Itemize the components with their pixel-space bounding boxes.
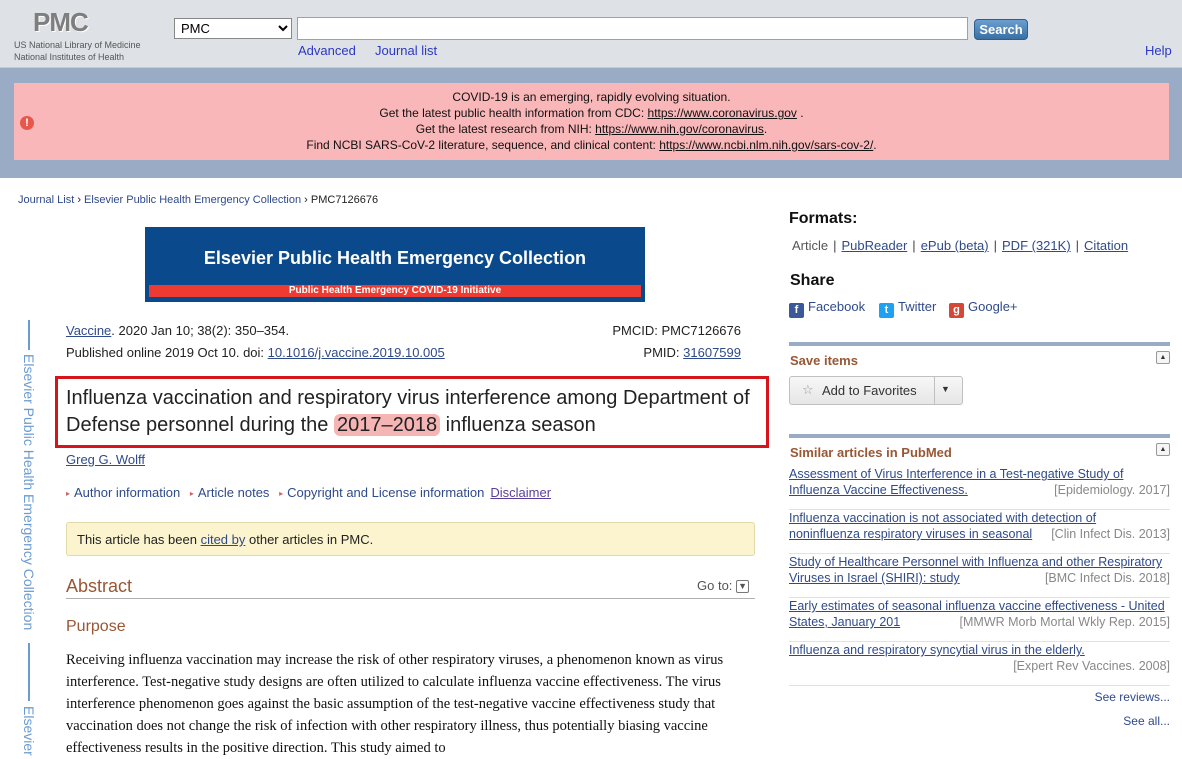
search-button[interactable]: Search <box>974 19 1028 40</box>
format-citation[interactable]: Citation <box>1084 238 1128 253</box>
advanced-link[interactable]: Advanced <box>298 43 356 58</box>
formats-list: Article | PubReader | ePub (beta) | PDF (321K)… <box>792 238 1129 253</box>
alert-icon: ! <box>20 116 34 130</box>
similar-article[interactable]: Assessment of Virus Interference in a Te… <box>789 466 1170 510</box>
pmc-logo[interactable]: PMC <box>33 7 89 38</box>
disclaimer-link[interactable]: Disclaimer <box>490 485 551 500</box>
side-collection-label-2[interactable]: Elsevier <box>21 706 37 756</box>
similar-article[interactable]: Influenza and respiratory syncytial viru… <box>789 642 1170 686</box>
collapse-icon[interactable]: ▲ <box>1156 351 1170 364</box>
alert-line-1: COVID-19 is an emerging, rapidly evolvin… <box>452 90 731 104</box>
similar-article-source: [BMC Infect Dis. 2018] <box>1041 570 1170 586</box>
similar-article-source: [Expert Rev Vaccines. 2008] <box>1010 658 1170 674</box>
nih-link[interactable]: https://www.nih.gov/coronavirus <box>595 122 764 136</box>
database-select[interactable]: PMC <box>174 18 292 39</box>
chevron-down-icon[interactable]: ▼ <box>736 580 750 594</box>
similar-article[interactable]: Early estimates of seasonal influenza va… <box>789 598 1170 642</box>
search-input[interactable] <box>297 17 968 40</box>
twitter-icon: t <box>879 303 894 318</box>
title-year-highlight: 2017–2018 <box>333 414 441 436</box>
article-meta-links: ▸ Author information ▸ Article notes ▸ Copy… <box>66 485 551 500</box>
journal-list-link[interactable]: Journal list <box>375 43 437 58</box>
article-notes-toggle[interactable]: ▸ Article notes <box>190 485 270 500</box>
similar-bar <box>789 434 1170 438</box>
share-facebook[interactable]: f Facebook <box>789 299 865 318</box>
copyright-toggle[interactable]: ▸ Copyright and License information <box>279 485 484 500</box>
org-line-1: US National Library of Medicine <box>14 40 141 50</box>
pmid-line: PMID: 31607599 <box>643 345 741 360</box>
breadcrumb-journal-list[interactable]: Journal List <box>18 194 74 206</box>
share-twitter[interactable]: t Twitter <box>879 299 936 318</box>
pmid-link[interactable]: 31607599 <box>683 345 741 360</box>
help-link[interactable]: Help <box>1145 43 1172 58</box>
author-link[interactable]: Greg G. Wolff <box>66 452 145 467</box>
cited-by-link[interactable]: cited by <box>201 532 246 547</box>
star-icon: ☆ <box>802 382 814 397</box>
facebook-icon: f <box>789 303 804 318</box>
doi-link[interactable]: 10.1016/j.vaccine.2019.10.005 <box>268 345 445 360</box>
triangle-right-icon: ▸ <box>66 489 71 499</box>
triangle-right-icon: ▸ <box>279 489 284 499</box>
citation-line: Vaccine. 2020 Jan 10; 38(2): 350–354. <box>66 323 290 338</box>
collapse-icon[interactable]: ▲ <box>1156 443 1170 456</box>
side-rule-bottom <box>28 643 30 701</box>
alert-line-3: Get the latest research from NIH: https:… <box>415 122 768 136</box>
similar-article-source: [Clin Infect Dis. 2013] <box>1048 526 1170 542</box>
abstract-heading: Abstract <box>66 576 133 596</box>
add-to-favorites-label: Add to Favorites <box>822 383 917 398</box>
similar-article[interactable]: Study of Healthcare Personnel with Influ… <box>789 554 1170 598</box>
breadcrumb-collection[interactable]: Elsevier Public Health Emergency Collect… <box>84 194 301 206</box>
caret-down-icon[interactable]: ▼ <box>941 384 950 394</box>
published-line: Published online 2019 Oct 10. doi: 10.10… <box>66 345 445 360</box>
covid-alert: COVID-19 is an emerging, rapidly evolvin… <box>14 83 1169 160</box>
ncbi-sars-link[interactable]: https://www.ncbi.nlm.nih.gov/sars-cov-2/ <box>659 138 873 152</box>
side-rule-top <box>28 320 30 350</box>
similar-heading: Similar articles in PubMed <box>790 445 952 460</box>
pmcid: PMCID: PMC7126676 <box>612 323 741 338</box>
format-epub[interactable]: ePub (beta) <box>921 238 989 253</box>
alert-line-2: Get the latest public health information… <box>379 106 804 120</box>
org-line-2: National Institutes of Health <box>14 52 125 62</box>
format-article: Article <box>792 238 829 253</box>
save-items-bar <box>789 342 1170 346</box>
see-reviews-link[interactable]: See reviews... <box>1095 690 1170 704</box>
formats-heading: Formats: <box>789 210 858 227</box>
similar-article-source: [MMWR Morb Mortal Wkly Rep. 2015] <box>956 614 1170 630</box>
collection-title: Elsevier Public Health Emergency Collect… <box>203 248 587 268</box>
see-all-link[interactable]: See all... <box>1123 714 1170 728</box>
cited-by-notice: This article has been cited by other art… <box>66 522 755 556</box>
breadcrumb: Journal List › Elsevier Public Health Em… <box>18 194 379 206</box>
cdc-link[interactable]: https://www.coronavirus.gov <box>648 106 797 120</box>
side-collection-label[interactable]: Elsevier Public Health Emergency Collect… <box>21 354 37 630</box>
button-divider <box>934 377 935 404</box>
purpose-heading: Purpose <box>66 618 126 635</box>
similar-article-source: [Epidemiology. 2017] <box>1051 482 1170 498</box>
similar-article[interactable]: Influenza vaccination is not associated … <box>789 510 1170 554</box>
header: PMC US National Library of Medicine Nati… <box>0 0 1182 68</box>
article-title: Influenza vaccination and respiratory vi… <box>66 387 750 436</box>
share-googleplus[interactable]: g Google+ <box>949 299 1018 318</box>
collection-banner[interactable]: Elsevier Public Health Emergency Collect… <box>145 227 645 302</box>
purpose-text: Receiving influenza vaccination may incr… <box>66 652 724 756</box>
save-items-heading: Save items <box>790 353 858 368</box>
author-info-toggle[interactable]: ▸ Author information <box>66 485 180 500</box>
add-to-favorites-button[interactable]: ☆ Add to Favorites ▼ <box>789 376 963 405</box>
breadcrumb-current: PMC7126676 <box>310 194 379 206</box>
collection-subtitle: Public Health Emergency COVID-19 Initiat… <box>149 285 641 297</box>
share-heading: Share <box>790 272 835 289</box>
abstract-rule <box>66 598 755 599</box>
googleplus-icon: g <box>949 303 964 318</box>
journal-link[interactable]: Vaccine <box>66 323 111 338</box>
format-pdf[interactable]: PDF (321K) <box>1002 238 1071 253</box>
alert-line-4: Find NCBI SARS-CoV-2 literature, sequenc… <box>306 138 877 152</box>
goto-menu[interactable]: Go to: ▼ <box>697 578 750 594</box>
format-pubreader[interactable]: PubReader <box>842 238 908 253</box>
triangle-right-icon: ▸ <box>189 489 194 499</box>
